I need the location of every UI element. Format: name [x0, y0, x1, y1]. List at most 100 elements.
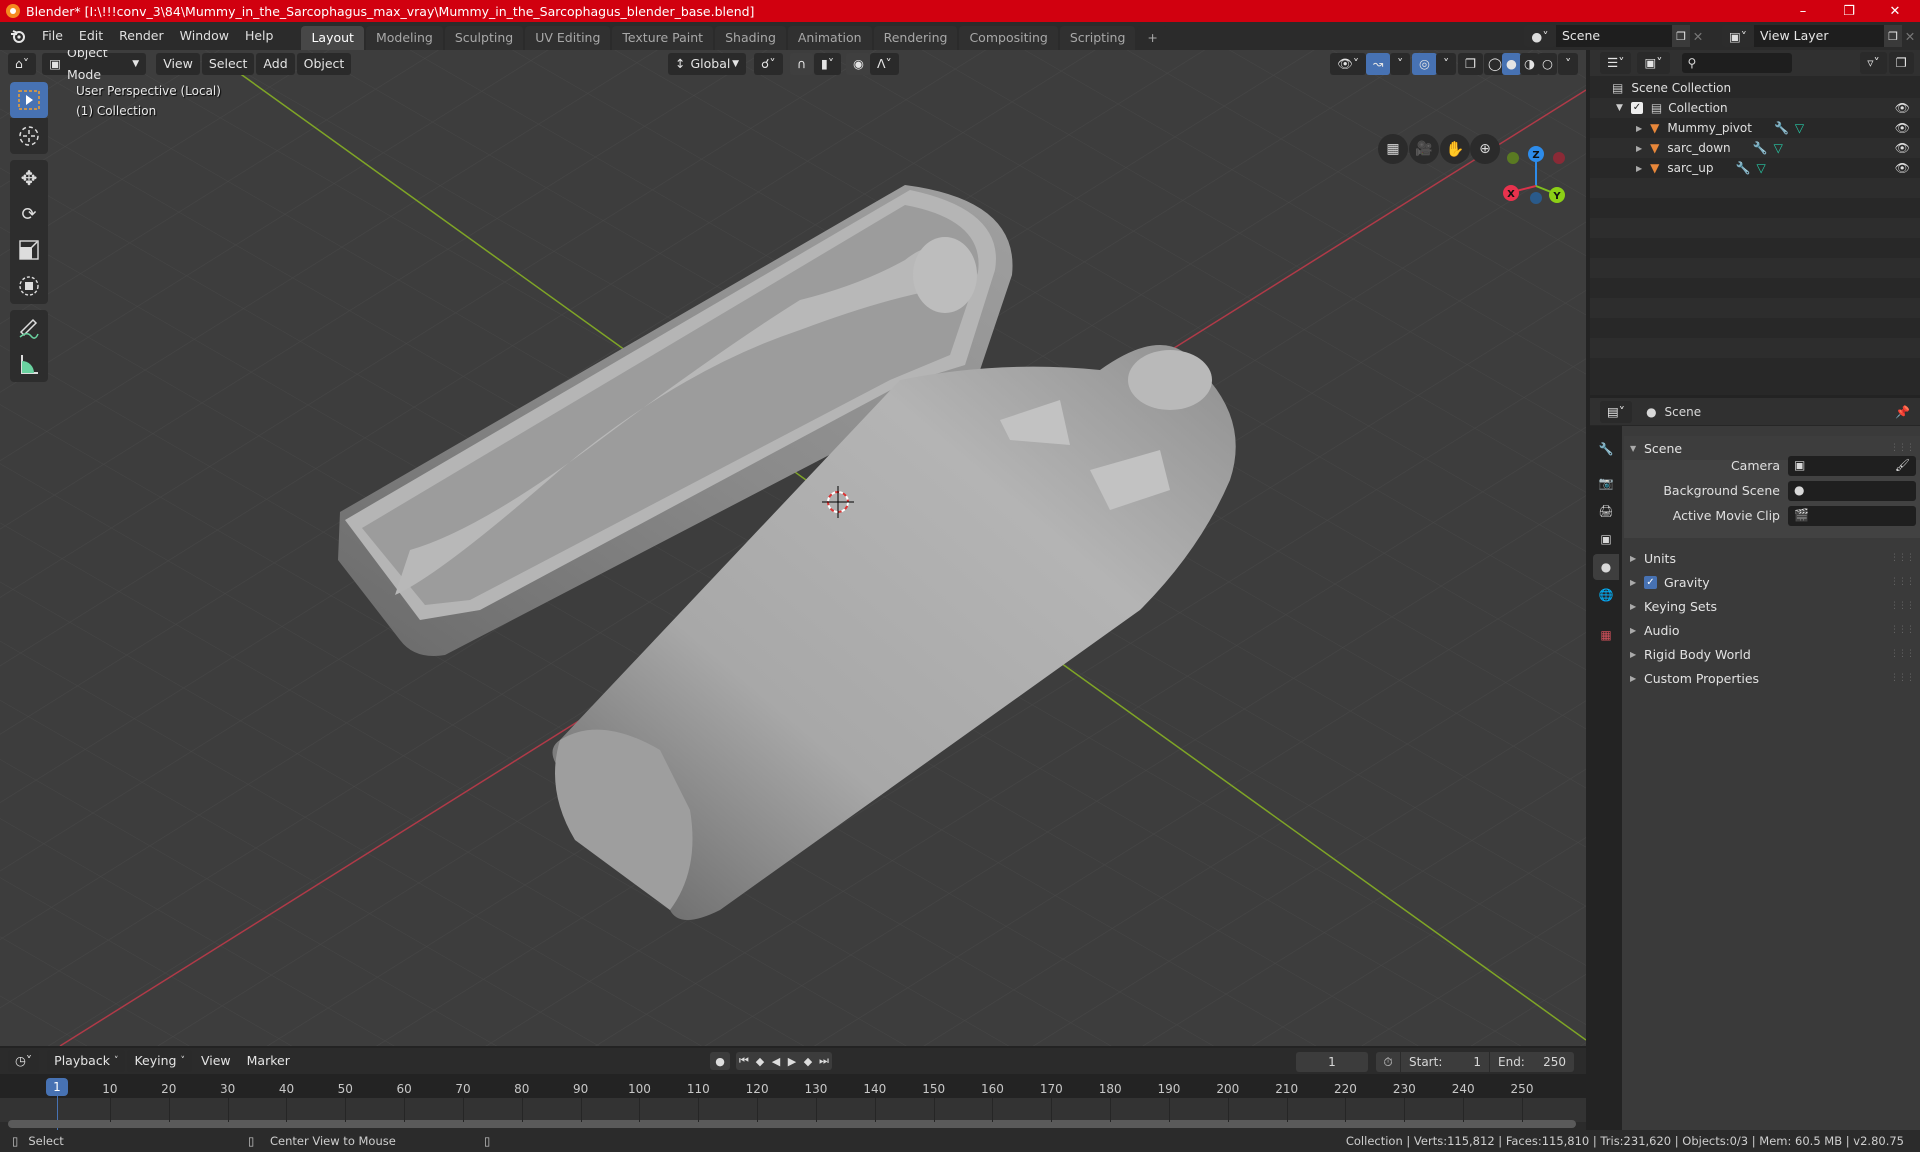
tab-compositing[interactable]: Compositing — [959, 26, 1058, 50]
gizmo-neg-z[interactable] — [1530, 192, 1542, 204]
menu-window[interactable]: Window — [172, 25, 237, 47]
tab-tool-icon[interactable]: 🔧 — [1593, 436, 1619, 462]
overlays-dropdown[interactable]: ˅ — [1436, 53, 1457, 75]
menu-render[interactable]: Render — [111, 25, 172, 47]
tab-uv-editing[interactable]: UV Editing — [525, 26, 611, 50]
next-keyframe-button[interactable]: ◆ — [800, 1052, 816, 1070]
panel-audio[interactable]: ▶ Audio ⋮⋮⋮ — [1624, 618, 1920, 642]
playback-dropdown[interactable]: Playback ˅ — [47, 1050, 126, 1072]
show-gizmo-toggle[interactable]: ↝ — [1366, 53, 1391, 75]
tab-render-icon[interactable]: 📷 — [1593, 470, 1619, 496]
new-scene-icon[interactable]: ❐ — [1672, 25, 1690, 47]
modifier-wrench-icon[interactable]: 🔧 — [1753, 141, 1768, 155]
visibility-eye-icon[interactable]: 👁 — [1895, 121, 1910, 135]
gravity-checkbox[interactable]: ✓ — [1644, 575, 1657, 589]
panel-rigid-body-world[interactable]: ▶ Rigid Body World ⋮⋮⋮ — [1624, 642, 1920, 666]
outliner-editor-type-icon[interactable]: ☰˅ — [1600, 52, 1632, 74]
blender-menu-icon[interactable] — [8, 26, 28, 46]
drag-grip-icon[interactable]: ⋮⋮⋮ — [1890, 577, 1915, 587]
tab-view-layer-icon[interactable]: ▣ — [1593, 526, 1619, 552]
end-frame-field[interactable]: End: 250 — [1490, 1052, 1574, 1072]
outliner-row-object[interactable]: ▶ ▼ sarc_down 🔧 ▽ 👁 — [1590, 138, 1920, 158]
visibility-eye-icon[interactable]: 👁 — [1895, 161, 1910, 175]
shading-material-button[interactable]: ◑ — [1520, 53, 1539, 75]
drag-grip-icon[interactable]: ⋮⋮⋮ — [1890, 601, 1915, 611]
outliner-row-object[interactable]: ▶ ▼ Mummy_pivot 🔧 ▽ 👁 — [1590, 118, 1920, 138]
move-tool[interactable]: ✥ — [10, 160, 48, 196]
shading-dropdown[interactable]: ˅ — [1558, 53, 1579, 75]
menu-edit[interactable]: Edit — [71, 25, 111, 47]
timeline-editor-type-icon[interactable]: ◷˅ — [8, 1050, 40, 1072]
xray-toggle[interactable]: ❐ — [1458, 53, 1484, 75]
annotate-tool[interactable] — [10, 310, 48, 346]
tab-animation[interactable]: Animation — [787, 26, 872, 50]
menu-object[interactable]: Object — [296, 53, 352, 75]
active-movie-clip-field[interactable]: 🎬 — [1788, 506, 1916, 526]
maximize-button[interactable]: ❐ — [1826, 0, 1872, 22]
object-visibility-dropdown[interactable]: 👁˅ — [1330, 53, 1367, 75]
toggle-grid-view-icon[interactable]: ▦ — [1378, 134, 1408, 164]
gizmo-neg-y[interactable] — [1507, 152, 1519, 164]
close-button[interactable]: ✕ — [1872, 0, 1918, 22]
shading-solid-button[interactable]: ● — [1502, 53, 1521, 75]
tab-world-icon[interactable]: 🌐 — [1593, 582, 1619, 608]
menu-view[interactable]: View — [156, 53, 200, 75]
tab-rendering[interactable]: Rendering — [873, 26, 958, 50]
gizmo-neg-x[interactable] — [1553, 152, 1565, 164]
menu-view[interactable]: View — [194, 1050, 238, 1072]
menu-marker[interactable]: Marker — [240, 1050, 297, 1072]
panel-keying-sets[interactable]: ▶ Keying Sets ⋮⋮⋮ — [1624, 594, 1920, 618]
scale-tool[interactable] — [10, 232, 48, 268]
keying-dropdown[interactable]: Keying ˅ — [127, 1050, 192, 1072]
menu-select[interactable]: Select — [201, 53, 255, 75]
measure-tool[interactable] — [10, 346, 48, 382]
menu-add[interactable]: Add — [256, 53, 295, 75]
scene-name-field[interactable]: Scene — [1556, 25, 1672, 47]
expand-arrow-icon[interactable]: ▶ — [1636, 144, 1642, 153]
pivot-point-dropdown[interactable]: ☌˅ — [754, 53, 783, 75]
panel-custom-properties[interactable]: ▶ Custom Properties ⋮⋮⋮ — [1624, 666, 1920, 690]
3d-viewport[interactable]: ⌂˅ ▣ Object Mode ▼ View Select Add Objec… — [0, 50, 1586, 1046]
scene-icon[interactable]: ●˅ — [1524, 25, 1556, 47]
add-workspace-button[interactable]: + — [1137, 26, 1168, 50]
view-layer-name-field[interactable]: View Layer — [1754, 25, 1884, 47]
tab-scene-icon[interactable]: ● — [1593, 554, 1619, 580]
tab-modeling[interactable]: Modeling — [365, 26, 443, 50]
proportional-editing-toggle[interactable]: ◉ — [846, 53, 871, 75]
tab-output-icon[interactable]: 🖨 — [1593, 498, 1619, 524]
modifier-wrench-icon[interactable]: 🔧 — [1736, 161, 1751, 175]
mesh-data-icon[interactable]: ▽ — [1774, 141, 1783, 155]
drag-grip-icon[interactable]: ⋮⋮⋮ — [1890, 443, 1915, 453]
playhead-frame-indicator[interactable]: 1 — [46, 1078, 68, 1096]
preview-range-stopwatch-icon[interactable]: ⏱ — [1376, 1052, 1400, 1072]
outliner-search-input[interactable]: ⚲ — [1681, 53, 1792, 73]
delete-scene-icon[interactable]: ✕ — [1690, 29, 1706, 44]
record-button[interactable]: ● — [710, 1052, 730, 1070]
pin-icon[interactable]: 📌 — [1895, 405, 1910, 419]
tab-layout[interactable]: Layout — [301, 26, 364, 50]
transform-tool[interactable] — [10, 268, 48, 304]
outliner-row-scene-collection[interactable]: ▤ Scene Collection — [1590, 78, 1920, 98]
menu-file[interactable]: File — [34, 25, 71, 47]
eyedropper-icon[interactable]: 🖌 — [1895, 458, 1910, 472]
proportional-falloff-dropdown[interactable]: Λ˅ — [870, 53, 899, 75]
camera-view-icon[interactable]: 🎥 — [1409, 134, 1439, 164]
drag-grip-icon[interactable]: ⋮⋮⋮ — [1890, 649, 1915, 659]
mesh-data-icon[interactable]: ▽ — [1756, 161, 1765, 175]
panel-gravity[interactable]: ▶ ✓ Gravity ⋮⋮⋮ — [1624, 570, 1920, 594]
prev-keyframe-button[interactable]: ◆ — [752, 1052, 768, 1070]
pan-hand-icon[interactable]: ✋ — [1440, 134, 1470, 164]
play-button[interactable]: ▶ — [784, 1052, 800, 1070]
tab-texture-icon[interactable]: ▦ — [1593, 622, 1619, 648]
view-layer-icon[interactable]: ▣˅ — [1722, 25, 1754, 47]
tab-sculpting[interactable]: Sculpting — [444, 26, 524, 50]
minimize-button[interactable]: – — [1780, 0, 1826, 22]
tab-shading[interactable]: Shading — [715, 26, 786, 50]
jump-start-button[interactable]: ⏮ — [736, 1052, 752, 1070]
drag-grip-icon[interactable]: ⋮⋮⋮ — [1890, 673, 1915, 683]
editor-type-icon[interactable]: ⌂˅ — [8, 53, 37, 75]
drag-grip-icon[interactable]: ⋮⋮⋮ — [1890, 625, 1915, 635]
new-view-layer-icon[interactable]: ❐ — [1884, 25, 1902, 47]
visibility-eye-icon[interactable]: 👁 — [1895, 101, 1910, 115]
keyframe-area[interactable] — [0, 1098, 1586, 1122]
